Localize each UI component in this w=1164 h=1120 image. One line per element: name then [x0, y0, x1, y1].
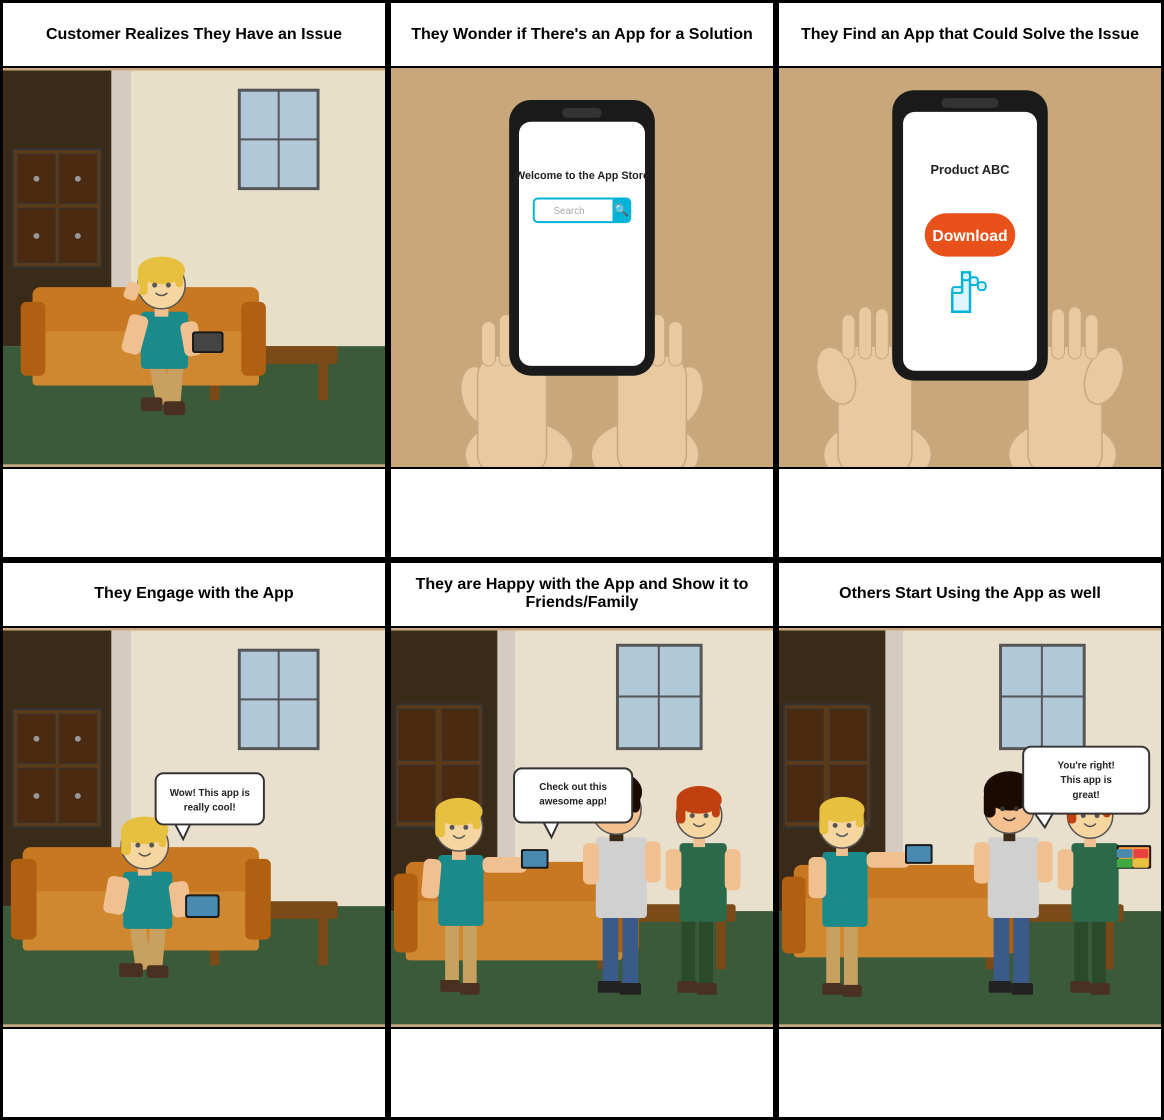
- cell-6-footer: [779, 1027, 1161, 1117]
- cell-3-header: They Find an App that Could Solve the Is…: [779, 3, 1161, 68]
- scene-4-svg: Wow! This app is really cool!: [3, 628, 385, 1027]
- cell-6: Others Start Using the App as well: [776, 560, 1164, 1120]
- cell-2-footer: [391, 467, 773, 557]
- scene-6-svg: You're right! This app is great!: [779, 628, 1161, 1027]
- cell-4: They Engage with the App: [0, 560, 388, 1120]
- storyboard-grid: Customer Realizes They Have an Issue: [0, 0, 1164, 1086]
- cell-3-image: Product ABC Download: [779, 68, 1161, 467]
- cell-5-image: Check out this awesome app!: [391, 628, 773, 1027]
- cell-4-header: They Engage with the App: [3, 563, 385, 628]
- scene-3-svg: Product ABC Download: [779, 68, 1161, 467]
- svg-text:You're right!: You're right!: [1058, 760, 1115, 771]
- cell-2: They Wonder if There's an App for a Solu…: [388, 0, 776, 560]
- svg-text:This app is: This app is: [1061, 775, 1113, 786]
- cell-4-footer: [3, 1027, 385, 1117]
- cell-3-footer: [779, 467, 1161, 557]
- cell-1-header: Customer Realizes They Have an Issue: [3, 3, 385, 68]
- svg-text:Check out this: Check out this: [539, 782, 607, 793]
- cell-2-image: Welcome to the App Store Search 🔍: [391, 68, 773, 467]
- svg-text:Product ABC: Product ABC: [930, 162, 1009, 177]
- cell-1-footer: [3, 467, 385, 557]
- svg-text:🔍: 🔍: [614, 202, 629, 217]
- svg-text:Welcome to the App Store: Welcome to the App Store: [515, 170, 649, 182]
- cell-3: They Find an App that Could Solve the Is…: [776, 0, 1164, 560]
- cell-4-image: Wow! This app is really cool!: [3, 628, 385, 1027]
- cell-5: They are Happy with the App and Show it …: [388, 560, 776, 1120]
- cell-2-header: They Wonder if There's an App for a Solu…: [391, 3, 773, 68]
- svg-text:Search: Search: [553, 206, 584, 217]
- cell-6-header: Others Start Using the App as well: [779, 563, 1161, 628]
- cell-1-image: [3, 68, 385, 467]
- svg-text:awesome app!: awesome app!: [539, 797, 607, 808]
- svg-text:really cool!: really cool!: [184, 802, 236, 813]
- scene-1-svg: [3, 68, 385, 467]
- cell-5-footer: [391, 1027, 773, 1117]
- cell-1: Customer Realizes They Have an Issue: [0, 0, 388, 560]
- scene-5-svg: Check out this awesome app!: [391, 628, 773, 1027]
- cell-5-header: They are Happy with the App and Show it …: [391, 563, 773, 628]
- cell-6-image: You're right! This app is great!: [779, 628, 1161, 1027]
- svg-text:great!: great!: [1073, 790, 1100, 801]
- svg-text:Download: Download: [932, 228, 1007, 245]
- scene-2-svg: Welcome to the App Store Search 🔍: [391, 68, 773, 467]
- svg-text:Wow! This app is: Wow! This app is: [170, 788, 251, 799]
